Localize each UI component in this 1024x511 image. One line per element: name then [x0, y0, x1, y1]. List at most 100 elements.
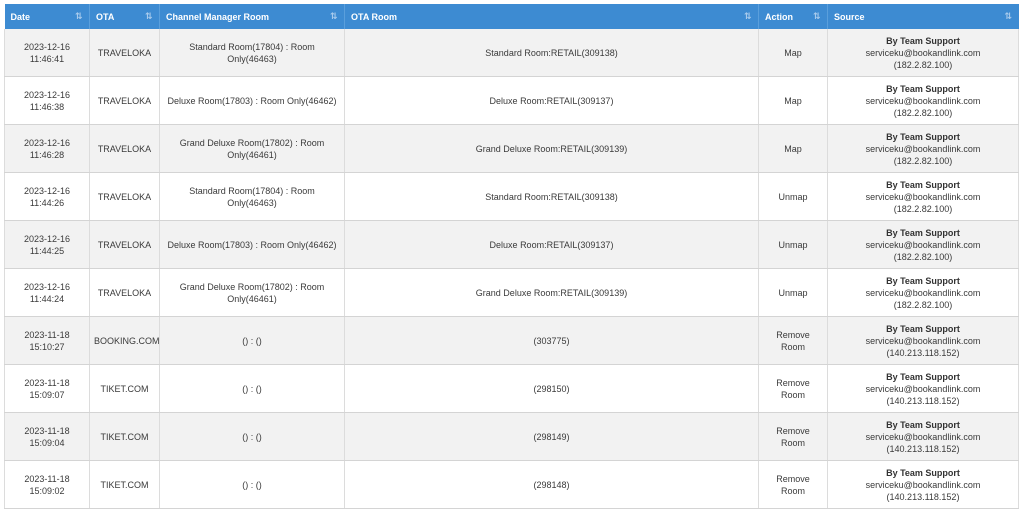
log-table-container: Date ⇅ OTA ⇅ Channel Manager Room ⇅ OTA Roo…: [4, 4, 1019, 509]
sort-arrows-icon[interactable]: ⇅: [813, 11, 821, 21]
source-cell: By Team Support serviceku@bookandlink.com…: [827, 364, 1019, 413]
ota-room-cell: Deluxe Room:RETAIL(309137): [344, 220, 759, 269]
col-header-ota[interactable]: OTA ⇅: [89, 4, 160, 29]
sort-arrows-icon[interactable]: ⇅: [744, 11, 752, 21]
action-cell: Unmap: [758, 268, 828, 317]
source-cell: By Team Support serviceku@bookandlink.com…: [827, 412, 1019, 461]
source-email: serviceku@bookandlink.com: [865, 383, 981, 394]
date-cell: 2023-12-16 11:44:25: [4, 220, 90, 269]
ota-cell: TRAVELOKA: [89, 268, 160, 317]
col-header-date[interactable]: Date ⇅: [4, 4, 90, 29]
col-header-source[interactable]: Source ⇅: [827, 4, 1019, 29]
sort-arrows-icon[interactable]: ⇅: [145, 11, 153, 21]
source-cell: By Team Support serviceku@bookandlink.com…: [827, 124, 1019, 173]
source-cell: By Team Support serviceku@bookandlink.com…: [827, 460, 1019, 509]
source-team: By Team Support: [886, 227, 960, 238]
ota-cell: TIKET.COM: [89, 412, 160, 461]
source-team: By Team Support: [886, 419, 960, 430]
ota-cell: TRAVELOKA: [89, 220, 160, 269]
table-row: 2023-12-16 11:44:24 TRAVELOKA Grand Deluxe…: [4, 268, 1019, 317]
sort-arrows-icon[interactable]: ⇅: [1005, 11, 1013, 21]
source-email: serviceku@bookandlink.com: [865, 47, 981, 58]
action-cell: Map: [758, 76, 828, 125]
ota-room-cell: Grand Deluxe Room:RETAIL(309139): [344, 268, 759, 317]
action-cell: Map: [758, 124, 828, 173]
source-ip: (140.213.118.152): [886, 443, 960, 454]
source-email: serviceku@bookandlink.com: [865, 335, 981, 346]
date-cell: 2023-12-16 11:44:26: [4, 172, 90, 221]
source-team: By Team Support: [886, 83, 960, 94]
table-row: 2023-11-18 15:09:04 TIKET.COM() : () (2981…: [4, 412, 1019, 461]
sort-arrows-icon[interactable]: ⇅: [330, 11, 338, 21]
source-email: serviceku@bookandlink.com: [865, 95, 981, 106]
source-cell: By Team Support serviceku@bookandlink.com…: [827, 29, 1019, 77]
cm-room-cell: Grand Deluxe Room(17802) : Room Only(464…: [159, 268, 345, 317]
source-cell: By Team Support serviceku@bookandlink.com…: [827, 172, 1019, 221]
ota-room-cell: (298150): [344, 364, 759, 413]
ota-cell: TRAVELOKA: [89, 172, 160, 221]
source-team: By Team Support: [886, 35, 960, 46]
cm-room-cell: Grand Deluxe Room(17802) : Room Only(464…: [159, 124, 345, 173]
source-team: By Team Support: [886, 467, 960, 478]
ota-cell: TIKET.COM: [89, 460, 160, 509]
ota-room-cell: Standard Room:RETAIL(309138): [344, 172, 759, 221]
table-row: 2023-11-18 15:09:07 TIKET.COM() : () (2981…: [4, 364, 1019, 413]
source-team: By Team Support: [886, 275, 960, 286]
col-header-action[interactable]: Action ⇅: [758, 4, 828, 29]
ota-cell: TIKET.COM: [89, 364, 160, 413]
table-row: 2023-12-16 11:46:28 TRAVELOKA Grand Deluxe…: [4, 124, 1019, 173]
ota-cell: BOOKING.COM: [89, 316, 160, 365]
source-team: By Team Support: [886, 179, 960, 190]
date-cell: 2023-11-18 15:10:27: [4, 316, 90, 365]
cm-room-cell: Deluxe Room(17803) : Room Only(46462): [159, 220, 345, 269]
date-cell: 2023-12-16 11:46:41: [4, 29, 90, 77]
source-ip: (182.2.82.100): [893, 299, 953, 310]
cm-room-cell: Standard Room(17804) : Room Only(46463): [159, 172, 345, 221]
col-header-ota-room[interactable]: OTA Room ⇅: [344, 4, 759, 29]
ota-cell: TRAVELOKA: [89, 76, 160, 125]
action-cell: Remove Room: [758, 364, 828, 413]
cm-room-cell: () : (): [159, 316, 345, 365]
ota-room-cell: (303775): [344, 316, 759, 365]
date-cell: 2023-12-16 11:46:38: [4, 76, 90, 125]
source-cell: By Team Support serviceku@bookandlink.com…: [827, 316, 1019, 365]
source-team: By Team Support: [886, 371, 960, 382]
ota-room-cell: (298149): [344, 412, 759, 461]
date-cell: 2023-12-16 11:44:24: [4, 268, 90, 317]
cm-room-cell: () : (): [159, 364, 345, 413]
source-ip: (182.2.82.100): [893, 107, 953, 118]
cm-room-cell: Standard Room(17804) : Room Only(46463): [159, 29, 345, 77]
source-ip: (140.213.118.152): [886, 395, 960, 406]
ota-room-cell: Standard Room:RETAIL(309138): [344, 29, 759, 77]
date-cell: 2023-11-18 15:09:07: [4, 364, 90, 413]
table-row: 2023-12-16 11:46:41 TRAVELOKA Standard Roo…: [4, 29, 1019, 77]
source-email: serviceku@bookandlink.com: [865, 479, 981, 490]
source-team: By Team Support: [886, 131, 960, 142]
ota-cell: TRAVELOKA: [89, 29, 160, 77]
source-ip: (182.2.82.100): [893, 251, 953, 262]
cm-room-cell: () : (): [159, 460, 345, 509]
table-body: 2023-12-16 11:46:41 TRAVELOKA Standard Roo…: [4, 29, 1019, 509]
source-cell: By Team Support serviceku@bookandlink.com…: [827, 220, 1019, 269]
date-cell: 2023-11-18 15:09:04: [4, 412, 90, 461]
source-ip: (182.2.82.100): [893, 59, 953, 70]
col-header-channel-manager-room[interactable]: Channel Manager Room ⇅: [159, 4, 345, 29]
sort-arrows-icon[interactable]: ⇅: [75, 11, 83, 21]
action-cell: Remove Room: [758, 460, 828, 509]
mapping-log-table: Date ⇅ OTA ⇅ Channel Manager Room ⇅ OTA Roo…: [4, 4, 1019, 509]
action-cell: Map: [758, 29, 828, 77]
ota-room-cell: Grand Deluxe Room:RETAIL(309139): [344, 124, 759, 173]
ota-room-cell: Deluxe Room:RETAIL(309137): [344, 76, 759, 125]
source-ip: (182.2.82.100): [893, 155, 953, 166]
action-cell: Unmap: [758, 220, 828, 269]
source-cell: By Team Support serviceku@bookandlink.com…: [827, 76, 1019, 125]
cm-room-cell: () : (): [159, 412, 345, 461]
cm-room-cell: Deluxe Room(17803) : Room Only(46462): [159, 76, 345, 125]
source-email: serviceku@bookandlink.com: [865, 239, 981, 250]
source-ip: (182.2.82.100): [893, 203, 953, 214]
source-ip: (140.213.118.152): [886, 491, 960, 502]
table-row: 2023-12-16 11:44:25 TRAVELOKA Deluxe Room(…: [4, 220, 1019, 269]
source-ip: (140.213.118.152): [886, 347, 960, 358]
source-email: serviceku@bookandlink.com: [865, 143, 981, 154]
table-row: 2023-11-18 15:10:27 BOOKING.COM() : () (30…: [4, 316, 1019, 365]
